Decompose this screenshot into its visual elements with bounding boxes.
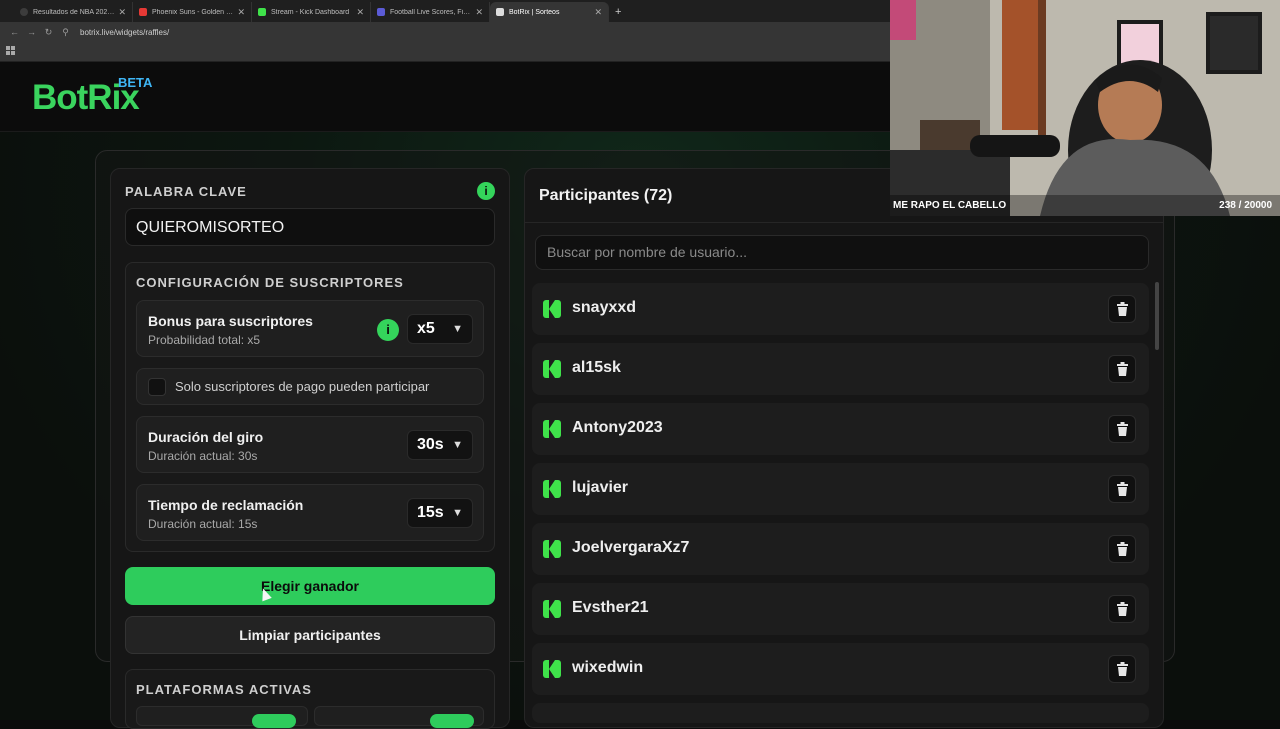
divider: [525, 222, 1163, 223]
spin-duration-subtitle: Duración actual: 30s: [148, 449, 258, 463]
forward-icon[interactable]: →: [23, 27, 40, 37]
tab-favicon-icon: [377, 8, 385, 16]
participant-row: JoelvergaraXz7: [532, 523, 1149, 575]
clear-participants-button[interactable]: Limpiar participantes: [125, 616, 495, 654]
site-info-icon[interactable]: ⚲: [57, 27, 74, 38]
participant-row: [532, 703, 1149, 723]
participant-username: al15sk: [572, 359, 621, 376]
trash-icon: [1117, 362, 1128, 376]
participant-row: snayxxd: [532, 283, 1149, 335]
close-tab-icon[interactable]: ✕: [594, 7, 602, 18]
spin-duration-select[interactable]: 30s ▼: [407, 430, 473, 460]
paid-only-label: Solo suscriptores de pago pueden partici…: [175, 379, 430, 394]
bonus-info-icon[interactable]: i: [377, 319, 399, 341]
webcam-caption: ME RAPO EL CABELLO: [893, 200, 1007, 211]
claim-time-select[interactable]: 15s ▼: [407, 498, 473, 528]
participant-row: lujavier: [532, 463, 1149, 515]
bonus-title: Bonus para suscriptores: [148, 313, 313, 329]
spin-duration-row: Duración del giro Duración actual: 30s 3…: [136, 416, 484, 473]
delete-participant-button[interactable]: [1108, 595, 1136, 623]
kick-icon: [543, 600, 561, 618]
reload-icon[interactable]: ↻: [40, 27, 57, 38]
participant-row: Evsther21: [532, 583, 1149, 635]
claim-time-row: Tiempo de reclamación Duración actual: 1…: [136, 484, 484, 541]
participant-search-input[interactable]: Buscar por nombre de usuario...: [535, 235, 1149, 270]
chevron-down-icon: ▼: [452, 507, 463, 519]
close-tab-icon[interactable]: ✕: [118, 7, 126, 18]
kick-icon: [543, 660, 561, 678]
webcam-video-image: [890, 0, 1280, 216]
delete-participant-button[interactable]: [1108, 295, 1136, 323]
close-tab-icon[interactable]: ✕: [475, 7, 483, 18]
bonus-subtitle: Probabilidad total: x5: [148, 333, 261, 347]
browser-tab-phoenix[interactable]: Phoenix Suns - Golden State W✕: [133, 2, 252, 22]
participant-username: lujavier: [572, 479, 629, 496]
back-icon[interactable]: ←: [6, 27, 23, 37]
delete-participant-button[interactable]: [1108, 655, 1136, 683]
trash-icon: [1117, 302, 1128, 316]
paid-only-row[interactable]: Solo suscriptores de pago pueden partici…: [136, 368, 484, 405]
trash-icon: [1117, 542, 1128, 556]
chevron-down-icon: ▼: [452, 323, 463, 335]
platform-toggle-twitch[interactable]: [430, 714, 474, 728]
subscriber-config-title: CONFIGURACIÓN DE SUSCRIPTORES: [136, 275, 404, 290]
active-platforms-title: PLATAFORMAS ACTIVAS: [136, 682, 312, 697]
bonus-select[interactable]: x5 ▼: [407, 314, 473, 344]
paid-only-checkbox[interactable]: [148, 378, 166, 396]
browser-tab-nba[interactable]: Resultados de NBA 2026, Balon✕: [14, 2, 133, 22]
tab-favicon-icon: [496, 8, 504, 16]
url-field[interactable]: botrix.live/widgets/raffles/: [80, 28, 169, 37]
participant-username: snayxxd: [572, 299, 637, 316]
delete-participant-button[interactable]: [1108, 535, 1136, 563]
kick-icon: [543, 360, 561, 378]
participant-username: Antony2023: [572, 419, 663, 436]
keyword-title: PALABRA CLAVE: [125, 184, 247, 199]
spin-duration-title: Duración del giro: [148, 429, 264, 445]
tab-favicon-icon: [139, 8, 147, 16]
apps-grid-icon[interactable]: [6, 46, 15, 55]
delete-participant-button[interactable]: [1108, 355, 1136, 383]
kick-icon: [543, 540, 561, 558]
trash-icon: [1117, 602, 1128, 616]
keyword-info-icon[interactable]: i: [477, 182, 495, 200]
browser-tab-football[interactable]: Football Live Scores, Fixtures &✕: [371, 2, 490, 22]
keyword-input[interactable]: QUIEROMISORTEO: [125, 208, 495, 246]
webcam-goal-count: 238 / 20000: [1219, 200, 1272, 211]
participants-scrollbar[interactable]: [1155, 282, 1159, 350]
tab-favicon-icon: [258, 8, 266, 16]
platform-toggle-kick[interactable]: [252, 714, 296, 728]
claim-time-title: Tiempo de reclamación: [148, 497, 304, 513]
trash-icon: [1117, 662, 1128, 676]
kick-icon: [543, 300, 561, 318]
participant-username: Evsther21: [572, 599, 649, 616]
trash-icon: [1117, 422, 1128, 436]
browser-tab-botrix[interactable]: BotRix | Sorteos ✕: [490, 2, 609, 22]
kick-icon: [543, 480, 561, 498]
delete-participant-button[interactable]: [1108, 415, 1136, 443]
participant-row: al15sk: [532, 343, 1149, 395]
close-tab-icon[interactable]: ✕: [356, 7, 364, 18]
new-tab-icon[interactable]: +: [615, 2, 621, 22]
trash-icon: [1117, 482, 1128, 496]
bonus-row: Bonus para suscriptores Probabilidad tot…: [136, 300, 484, 357]
kick-icon: [543, 420, 561, 438]
delete-participant-button[interactable]: [1108, 475, 1136, 503]
participants-title: Participantes (72): [539, 187, 673, 204]
chevron-down-icon: ▼: [452, 439, 463, 451]
beta-badge: BETA: [118, 75, 153, 90]
participant-username: JoelvergaraXz7: [572, 539, 690, 556]
pick-winner-button[interactable]: Elegir ganador: [125, 567, 495, 605]
tab-favicon-icon: [20, 8, 28, 16]
close-tab-icon[interactable]: ✕: [237, 7, 245, 18]
participant-row: wixedwin: [532, 643, 1149, 695]
claim-time-subtitle: Duración actual: 15s: [148, 517, 258, 531]
participant-row: Antony2023: [532, 403, 1149, 455]
browser-tab-kick[interactable]: Stream - Kick Dashboard ✕: [252, 2, 371, 22]
participant-username: wixedwin: [572, 659, 644, 676]
webcam-overlay: [890, 0, 1280, 216]
